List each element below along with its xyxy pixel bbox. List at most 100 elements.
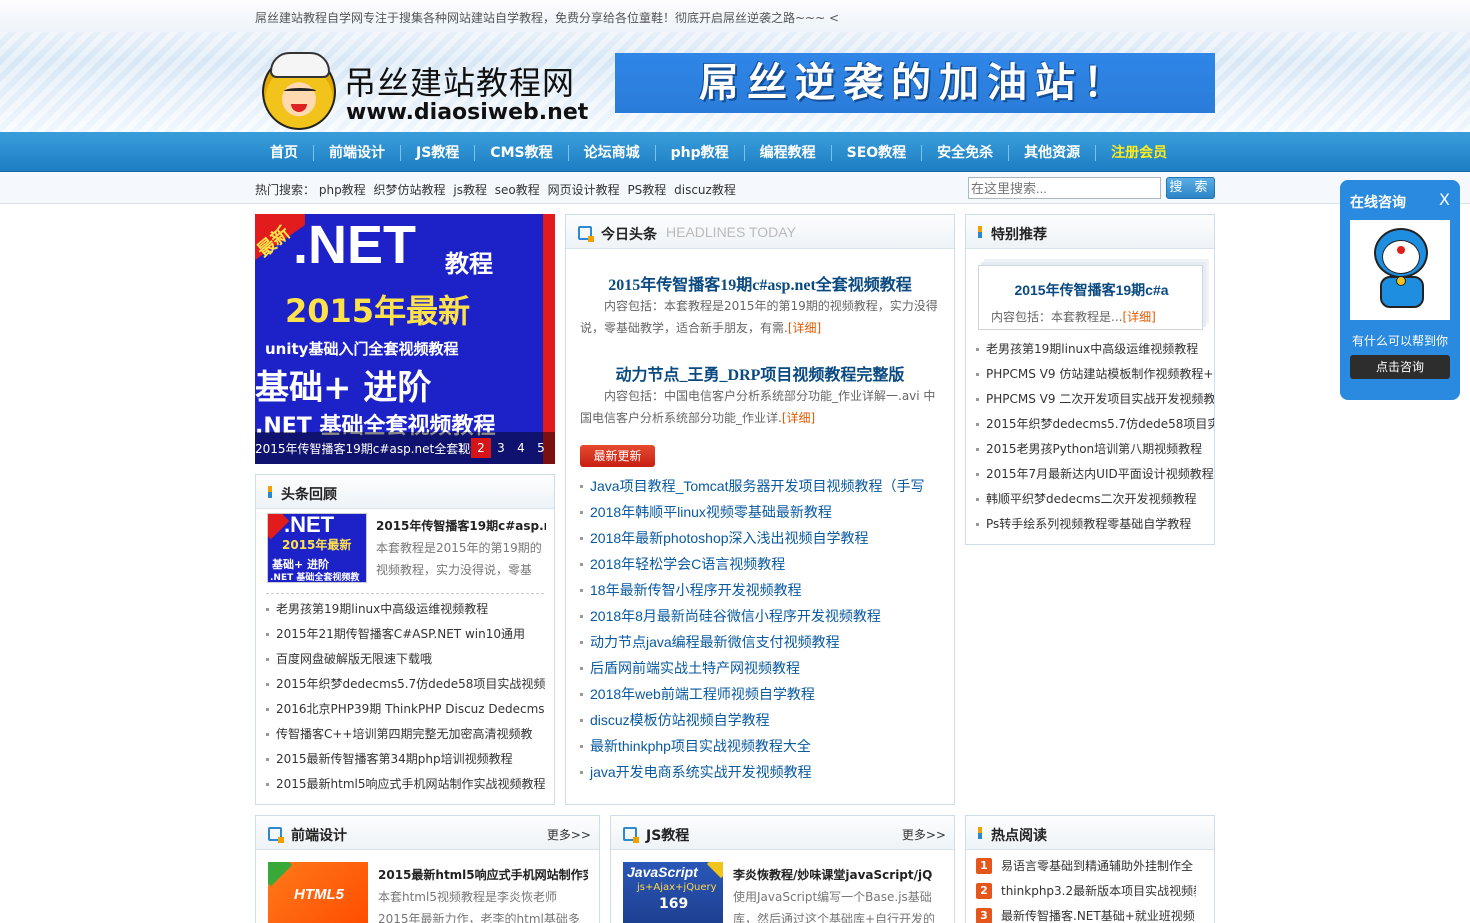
online-consult-panel: 在线咨询 X 有什么可以帮到你 点击咨询 <box>1340 180 1460 400</box>
detail-link[interactable]: [详细] <box>1122 310 1155 324</box>
list-item[interactable]: 2015年7月最新达内UID平面设计视频教程 <box>976 462 1214 487</box>
list-item[interactable]: 传智播客C++培训第四期完整无加密高清视频教 <box>266 722 546 747</box>
recap-thumbnail[interactable]: .NET 2015年最新 基础+ 进阶 .NET 基础全套视频教程 <box>267 513 367 583</box>
hot-search-link[interactable]: 网页设计教程 <box>548 183 620 197</box>
more-link[interactable]: 更多>> <box>547 826 591 843</box>
list-item[interactable]: Java项目教程_Tomcat服务器开发项目视频教程（手写 <box>580 473 930 499</box>
thumb-text: .NET <box>284 513 335 537</box>
list-item[interactable]: java开发电商系统实战开发视频教程 <box>580 759 930 785</box>
hot-search-link[interactable]: seo教程 <box>495 183 540 197</box>
hot-search: 热门搜索： php教程 织梦仿站教程 js教程 seo教程 网页设计教程 PS教… <box>255 181 740 198</box>
list-item[interactable]: 韩顺平织梦dedecms二次开发视频教程 <box>976 487 1214 512</box>
detail-link[interactable]: [详细] <box>782 411 815 425</box>
hot-search-link[interactable]: discuz教程 <box>674 183 736 197</box>
frontend-thumbnail[interactable]: HTML5 <box>268 862 368 923</box>
logo-mascot-icon <box>262 52 336 130</box>
list-item[interactable]: 老男孩第19期linux中高级运维视频教程 <box>976 337 1214 362</box>
js-item-title[interactable]: 李炎恢教程/妙味课堂javaScript/jQ <box>733 866 943 883</box>
hot-read-title: 热点阅读 <box>991 828 1047 844</box>
slider-dot[interactable]: 4 <box>511 438 531 458</box>
list-item[interactable]: 动力节点java编程最新微信支付视频教程 <box>580 629 930 655</box>
divider <box>266 593 544 594</box>
latest-list: Java项目教程_Tomcat服务器开发项目视频教程（手写 2018年韩顺平li… <box>580 473 930 785</box>
list-item[interactable]: 2018年8月最新尚硅谷微信小程序开发视频教程 <box>580 603 930 629</box>
headline-title[interactable]: 2015年传智播客19期c#asp.net全套视频教程 <box>566 271 954 295</box>
list-item[interactable]: PHPCMS V9 仿站建站模板制作视频教程+d <box>976 362 1214 387</box>
list-item[interactable]: 2016北京PHP39期 ThinkPHP Discuz Dedecms 微 <box>266 697 546 722</box>
headlines-box: 今日头条 HEADLINES TODAY 2015年传智播客19期c#asp.n… <box>565 214 955 805</box>
nav-php[interactable]: php教程 <box>656 132 744 172</box>
detail-link[interactable]: [详细] <box>788 321 821 335</box>
site-tagline: 屌丝建站教程自学网专注于搜集各种网站建站自学教程，免费分享给各位童鞋！彻底开启屌… <box>255 11 840 25</box>
nav-forum[interactable]: 论坛商城 <box>569 132 655 172</box>
nav-register[interactable]: 注册会员 <box>1096 132 1182 172</box>
hot-search-link[interactable]: php教程 <box>319 183 366 197</box>
headline-desc: 内容包括：中国电信客户分析系统部分功能_作业详解一.avi 中国电信客户分析系统… <box>580 385 938 429</box>
main-nav-bar: 首页 前端设计 JS教程 CMS教程 论坛商城 php教程 编程教程 SEO教程… <box>0 132 1470 172</box>
slider-caption[interactable]: 2015年传智播客19期c#asp.net全套视频教程（22天） <box>255 440 475 457</box>
list-item[interactable]: 2018年韩顺平linux视频零基础最新教程 <box>580 499 930 525</box>
list-item[interactable]: 老男孩第19期linux中高级运维视频教程 <box>266 597 546 622</box>
recap-item-title[interactable]: 2015年传智播客19期c#asp.net <box>376 517 546 534</box>
list-item[interactable]: 2015最新html5响应式手机网站制作实战视频教程 <box>266 772 546 797</box>
section-marker-icon <box>268 486 272 498</box>
list-item[interactable]: 2015老男孩Python培训第八期视频教程 <box>976 437 1214 462</box>
slider-dot[interactable]: 3 <box>491 438 511 458</box>
list-item[interactable]: 3 最新传智播客.NET基础+就业班视频 <box>976 904 1196 923</box>
consult-button[interactable]: 点击咨询 <box>1350 355 1450 379</box>
slider-pagination: 1 2 3 4 5 <box>451 438 551 458</box>
more-link[interactable]: 更多>> <box>902 826 946 843</box>
nav-other[interactable]: 其他资源 <box>1009 132 1095 172</box>
nav-programming[interactable]: 编程教程 <box>745 132 831 172</box>
list-item[interactable]: 18年最新传智小程序开发视频教程 <box>580 577 930 603</box>
section-marker-icon <box>978 827 982 839</box>
list-item[interactable]: 2018年最新photoshop深入浅出视频自学教程 <box>580 525 930 551</box>
recap-list: 老男孩第19期linux中高级运维视频教程 2015年21期传智播客C#ASP.… <box>266 597 546 797</box>
list-item[interactable]: 2 thinkphp3.2最新版本项目实战视频教 <box>976 879 1196 904</box>
recap-header: 头条回顾 <box>256 475 554 509</box>
featured-slider[interactable]: .NET 教程 2015年最新 unity基础入门全套视频教程 基础+ 进阶 .… <box>255 214 555 464</box>
frontend-item-title[interactable]: 2015最新html5响应式手机网站制作实 <box>378 866 588 883</box>
nav-frontend[interactable]: 前端设计 <box>314 132 400 172</box>
slider-dot-active[interactable]: 2 <box>471 438 491 458</box>
hot-search-link[interactable]: PS教程 <box>627 183 666 197</box>
nav-js[interactable]: JS教程 <box>401 132 474 172</box>
list-item[interactable]: 2018年web前端工程师视频自学教程 <box>580 681 930 707</box>
list-item[interactable]: Ps转手绘系列视频教程零基础自学教程 <box>976 512 1214 537</box>
list-item[interactable]: 后盾网前端实战土特产网视频教程 <box>580 655 930 681</box>
list-item[interactable]: 1 易语言零基础到精通辅助外挂制作全 <box>976 854 1196 879</box>
list-item[interactable]: discuz模板仿站视频自学教程 <box>580 707 930 733</box>
headline-title[interactable]: 动力节点_王勇_DRP项目视频教程完整版 <box>566 361 954 385</box>
slider-basic-text: 基础+ 进阶 <box>255 368 432 408</box>
slider-dot[interactable]: 1 <box>451 438 471 458</box>
list-item[interactable]: 2015年织梦dedecms5.7仿dede58项目实战 <box>976 412 1214 437</box>
list-item[interactable]: 2015最新传智播客第34期php培训视频教程 <box>266 747 546 772</box>
list-item[interactable]: 2018年轻松学会C语言视频教程 <box>580 551 930 577</box>
site-logo[interactable]: 吊丝建站教程网 www.diaosiweb.net <box>262 52 592 130</box>
nav-security[interactable]: 安全免杀 <box>922 132 1008 172</box>
headline-desc: 内容包括：本套教程是2015年的第19期的视频教程，实力没得说，零基础教学，适合… <box>580 295 938 339</box>
search-button[interactable]: 搜 索 <box>1166 177 1215 199</box>
hot-search-link[interactable]: 织梦仿站教程 <box>374 183 446 197</box>
list-item[interactable]: 最新thinkphp项目实战视频教程大全 <box>580 733 930 759</box>
close-icon[interactable]: X <box>1439 190 1450 209</box>
search-input[interactable] <box>968 177 1161 199</box>
list-item[interactable]: 百度网盘破解版无限速下载哦 <box>266 647 546 672</box>
nav-seo[interactable]: SEO教程 <box>832 132 922 172</box>
recommend-card[interactable]: 2015年传智播客19期c#a 内容包括：本套教程是...[详细] <box>978 265 1203 330</box>
rank-badge: 1 <box>976 858 992 874</box>
nav-home[interactable]: 首页 <box>255 132 313 172</box>
hot-search-link[interactable]: js教程 <box>453 183 487 197</box>
header-banner[interactable]: 屌丝逆袭的加油站！ <box>615 53 1215 113</box>
nav-cms[interactable]: CMS教程 <box>475 132 567 172</box>
slider-dot[interactable]: 5 <box>531 438 551 458</box>
main-nav: 首页 前端设计 JS教程 CMS教程 论坛商城 php教程 编程教程 SEO教程… <box>255 132 1182 172</box>
list-item[interactable]: 2015年21期传智播客C#ASP.NET win10通用 <box>266 622 546 647</box>
recommend-card-title[interactable]: 2015年传智播客19期c#a <box>979 280 1204 300</box>
slider-tutorial-text: 教程 <box>445 250 493 278</box>
list-item[interactable]: PHPCMS V9 二次开发项目实战开发视频教 <box>976 387 1214 412</box>
latest-updates-button[interactable]: 最新更新 <box>580 445 655 467</box>
js-thumbnail[interactable]: JavaScript js+Ajax+jQuery 169 <box>623 862 723 923</box>
list-item[interactable]: 2015年织梦dedecms5.7仿dede58项目实战视频教 <box>266 672 546 697</box>
thumb-corner-ribbon <box>706 862 723 879</box>
